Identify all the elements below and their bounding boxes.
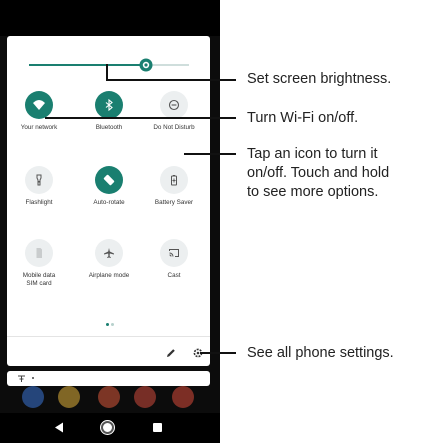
tile-label: Cast (167, 272, 181, 279)
notification-icon (18, 375, 25, 382)
tile-cast[interactable]: Cast (144, 239, 204, 280)
wifi-leader-line (45, 117, 236, 119)
notification-dot (32, 377, 34, 379)
airplane-icon (95, 239, 123, 267)
tap-callout-line2: on/off. Touch and hold (247, 165, 390, 181)
settings-callout: See all phone settings. (247, 345, 394, 361)
navigation-bar (0, 413, 220, 443)
tile-label: Flashlight (25, 199, 53, 206)
tile-label: Airplane mode (88, 272, 130, 279)
tile-airplane-mode[interactable]: Airplane mode (79, 239, 139, 280)
phone-screen: Your network Bluetooth Do Not Disturb Fl… (0, 0, 220, 443)
tile-auto-rotate[interactable]: Auto-rotate (79, 166, 139, 207)
auto-rotate-icon (95, 166, 123, 194)
tile-battery-saver[interactable]: Battery Saver (144, 166, 204, 207)
recent-apps-icon[interactable] (153, 423, 162, 432)
home-screen-apps (0, 386, 220, 410)
tile-label: Battery Saver (154, 199, 194, 206)
quick-settings-panel: Your network Bluetooth Do Not Disturb Fl… (7, 36, 210, 366)
messages-app-icon[interactable] (58, 386, 80, 408)
tile-label: Do Not Disturb (153, 124, 195, 131)
camera-app-icon[interactable] (172, 386, 194, 408)
battery-saver-icon (160, 166, 188, 194)
cast-icon (160, 239, 188, 267)
tile-label: Bluetooth (95, 124, 123, 131)
panel-divider (7, 336, 210, 337)
home-icon[interactable] (101, 421, 114, 434)
wifi-callout: Turn Wi-Fi on/off. (247, 110, 359, 126)
sim-card-icon (25, 239, 53, 267)
brightness-leader-line (106, 79, 236, 81)
brightness-slider-fill (29, 64, 146, 66)
tile-wifi[interactable]: Your network (9, 91, 69, 132)
page-dot (111, 323, 114, 326)
notification-bar[interactable] (7, 371, 210, 386)
tile-flashlight[interactable]: Flashlight (9, 166, 69, 207)
tap-callout-line1: Tap an icon to turn it (247, 146, 378, 162)
page-indicator (106, 313, 116, 331)
brightness-callout: Set screen brightness. (247, 71, 392, 87)
bluetooth-icon (95, 91, 123, 119)
do-not-disturb-icon (160, 91, 188, 119)
tile-label: Your network (20, 124, 58, 131)
google-app-icon[interactable] (134, 386, 156, 408)
tile-mobile-data[interactable]: Mobile data SIM card (9, 239, 69, 288)
tile-label: Mobile data SIM card (22, 272, 56, 287)
chrome-app-icon[interactable] (98, 386, 120, 408)
tap-leader-line (184, 153, 236, 155)
brightness-leader-tick (106, 64, 108, 80)
tap-callout-line3: to see more options. (247, 184, 379, 200)
phone-app-icon[interactable] (22, 386, 44, 408)
status-bar (0, 0, 220, 36)
brightness-icon[interactable] (139, 58, 153, 72)
tile-do-not-disturb[interactable]: Do Not Disturb (144, 91, 204, 132)
wifi-icon (25, 91, 53, 119)
page-dot-active (106, 323, 109, 326)
settings-leader-line (200, 352, 236, 354)
edit-pencil-icon[interactable] (165, 347, 177, 359)
flashlight-icon (25, 166, 53, 194)
back-icon[interactable] (54, 422, 64, 433)
tile-bluetooth[interactable]: Bluetooth (79, 91, 139, 132)
tile-label: Auto-rotate (93, 199, 125, 206)
